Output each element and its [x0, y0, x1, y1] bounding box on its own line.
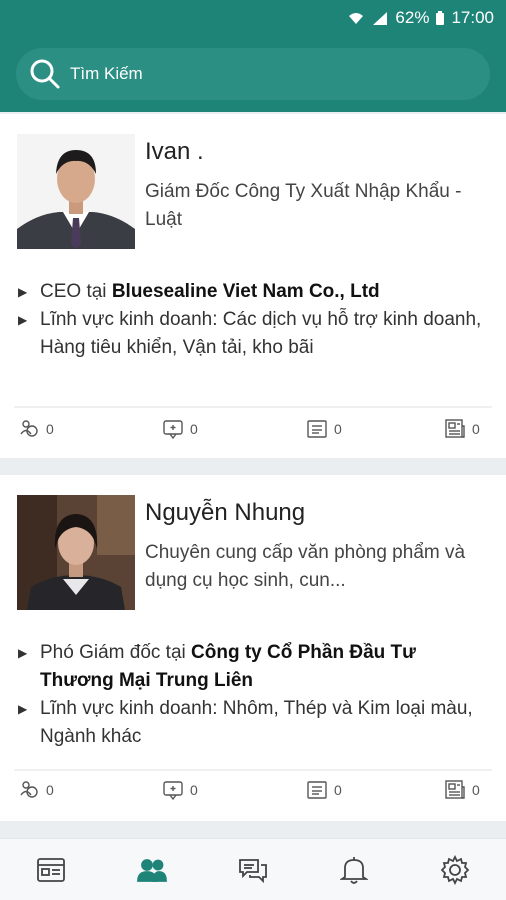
company-name[interactable]: Bluesealine Viet Nam Co., Ltd: [112, 281, 380, 302]
nav-chat[interactable]: [223, 845, 283, 895]
industry-row: ▶ Lĩnh vực kinh doanh: Nhôm, Thép và Kim…: [18, 695, 488, 751]
battery-icon: [436, 11, 445, 25]
app-header: 62% 17:00 Tìm Kiếm: [0, 0, 506, 112]
news-stat[interactable]: 0: [444, 418, 480, 440]
bottom-nav: [0, 838, 506, 900]
role-prefix: Phó Giám đốc tại: [40, 642, 192, 663]
stats-bar: 0 0 0 0: [0, 779, 506, 809]
connections-stat[interactable]: 0: [18, 779, 54, 801]
bell-icon: [340, 856, 369, 884]
newspaper-icon: [445, 780, 465, 799]
triangle-bullet-icon: ▶: [18, 313, 28, 327]
contact-name[interactable]: Nguyễn Nhung: [145, 499, 305, 527]
divider: [14, 769, 492, 771]
news-count: 0: [472, 421, 480, 437]
newspaper-icon: [445, 419, 465, 438]
message-icon: [163, 420, 183, 440]
contact-headline: Giám Đốc Công Ty Xuất Nhập Khẩu - Luật: [145, 181, 462, 230]
clock: 17:00: [451, 8, 494, 27]
connections-stat[interactable]: 0: [18, 418, 54, 440]
messages-stat[interactable]: 0: [162, 779, 198, 801]
news-count: 0: [472, 782, 480, 798]
signal-icon: [373, 12, 388, 25]
search-placeholder: Tìm Kiếm: [70, 64, 143, 83]
triangle-bullet-icon: ▶: [18, 702, 28, 716]
chat-icon: [239, 858, 267, 883]
contact-details: ▶ CEO tại Bluesealine Viet Nam Co., Ltd …: [18, 278, 488, 362]
avatar[interactable]: [17, 134, 135, 249]
battery-percent: 62%: [395, 8, 430, 27]
profile-card-icon: [307, 420, 327, 438]
stats-bar: 0 0 0 0: [0, 418, 506, 448]
status-bar: 62% 17:00: [0, 0, 506, 36]
news-stat[interactable]: 0: [444, 779, 480, 801]
role-prefix: CEO tại: [40, 281, 112, 302]
industry-text: Lĩnh vực kinh doanh: Nhôm, Thép và Kim l…: [40, 698, 473, 747]
contact-card[interactable]: Nguyễn Nhung Chuyên cung cấp văn phòng p…: [0, 475, 506, 821]
profile-count: 0: [334, 782, 342, 798]
contact-details: ▶ Phó Giám đốc tại Công ty Cổ Phần Đầu T…: [18, 639, 488, 751]
industry-row: ▶ Lĩnh vực kinh doanh: Các dịch vụ hỗ tr…: [18, 306, 488, 362]
nav-settings[interactable]: [425, 845, 485, 895]
profile-stat[interactable]: 0: [306, 418, 342, 440]
message-icon: [163, 781, 183, 801]
search-bar[interactable]: Tìm Kiếm: [16, 48, 490, 100]
industry-text: Lĩnh vực kinh doanh: Các dịch vụ hỗ trợ …: [40, 309, 482, 358]
triangle-bullet-icon: ▶: [18, 646, 28, 660]
contact-name[interactable]: Ivan .: [145, 138, 204, 166]
profile-card-icon: [307, 781, 327, 799]
triangle-bullet-icon: ▶: [18, 285, 28, 299]
nav-notifications[interactable]: [324, 845, 384, 895]
nav-news-feed[interactable]: [21, 845, 81, 895]
news-feed-icon: [36, 857, 65, 882]
profile-stat[interactable]: 0: [306, 779, 342, 801]
settings-icon: [441, 854, 470, 885]
connections-icon: [20, 420, 38, 437]
contacts-icon: [136, 858, 167, 882]
messages-count: 0: [190, 421, 198, 437]
wifi-icon: [349, 13, 364, 24]
divider: [14, 406, 492, 408]
position-row: ▶ CEO tại Bluesealine Viet Nam Co., Ltd: [18, 278, 488, 306]
nav-contacts[interactable]: [122, 845, 182, 895]
messages-stat[interactable]: 0: [162, 418, 198, 440]
connections-count: 0: [46, 421, 54, 437]
connections-count: 0: [46, 782, 54, 798]
profile-count: 0: [334, 421, 342, 437]
search-icon: [30, 59, 60, 89]
contact-card[interactable]: Ivan . Giám Đốc Công Ty Xuất Nhập Khẩu -…: [0, 114, 506, 458]
messages-count: 0: [190, 782, 198, 798]
connections-icon: [20, 781, 38, 798]
position-row: ▶ Phó Giám đốc tại Công ty Cổ Phần Đầu T…: [18, 639, 488, 695]
contact-headline: Chuyên cung cấp văn phòng phẩm và dụng c…: [145, 542, 466, 591]
avatar[interactable]: [17, 495, 135, 610]
